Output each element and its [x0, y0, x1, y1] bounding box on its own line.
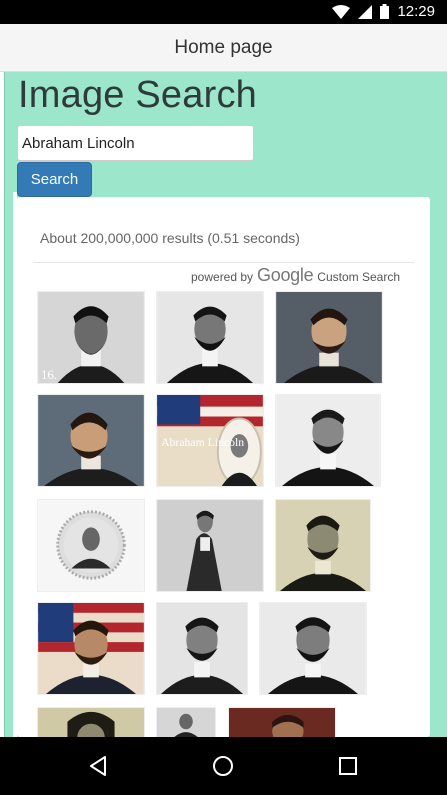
- app-bar-title: Home page: [174, 37, 273, 58]
- signal-icon: [358, 4, 373, 19]
- status-time: 12:29: [397, 3, 435, 20]
- lincoln-fullbody-icon: [157, 500, 263, 591]
- recents-icon: [339, 757, 357, 775]
- search-input[interactable]: [17, 125, 254, 161]
- result-thumbnail[interactable]: [259, 602, 367, 695]
- lincoln-flag-poster-icon: Abraham Lincoln: [157, 395, 263, 486]
- lincoln-portrait-icon: 16.: [38, 292, 144, 383]
- app-bar: Home page: [0, 24, 447, 72]
- lincoln-painting-icon: [229, 708, 335, 737]
- wifi-icon: [332, 4, 351, 19]
- powered-by-google[interactable]: powered by Google Custom Search: [191, 265, 400, 286]
- result-thumbnail[interactable]: [275, 291, 383, 384]
- result-thumbnail[interactable]: [156, 707, 216, 737]
- result-thumbnail[interactable]: Abraham Lincoln: [156, 394, 264, 487]
- home-button[interactable]: [209, 752, 237, 780]
- result-thumbnail[interactable]: [37, 499, 145, 592]
- lincoln-portrait-icon: [157, 292, 263, 383]
- back-icon: [90, 756, 106, 776]
- result-thumbnail[interactable]: [37, 602, 145, 695]
- result-thumbnail[interactable]: 16.: [37, 291, 145, 384]
- result-thumbnail[interactable]: [37, 394, 145, 487]
- lincoln-portrait-icon: [276, 292, 382, 383]
- status-bar: 12:29: [0, 0, 447, 24]
- system-nav-bar: [0, 737, 447, 795]
- lincoln-portrait-icon: [157, 603, 247, 694]
- result-thumbnail[interactable]: [156, 499, 264, 592]
- webview-content[interactable]: Image Search Search About 200,000,000 re…: [0, 72, 447, 737]
- recents-button[interactable]: [334, 752, 362, 780]
- custom-search-label: Custom Search: [317, 270, 400, 284]
- home-icon: [213, 756, 233, 776]
- status-icons: 12:29: [332, 3, 435, 20]
- powered-by-label: powered by: [191, 270, 254, 284]
- result-thumbnail[interactable]: [275, 394, 381, 487]
- search-button[interactable]: Search: [17, 162, 92, 197]
- result-thumbnail[interactable]: [156, 291, 264, 384]
- result-thumbnail[interactable]: [156, 602, 248, 695]
- thumbnail-caption: 16.: [41, 368, 57, 382]
- results-stats: About 200,000,000 results (0.51 seconds): [40, 230, 300, 246]
- back-button[interactable]: [85, 752, 113, 780]
- lincoln-portrait-icon: [260, 603, 366, 694]
- lincoln-portrait-icon: [38, 395, 144, 486]
- lincoln-flag-portrait-icon: [38, 603, 144, 694]
- google-logo: Google: [257, 265, 314, 285]
- lincoln-portrait-icon: [276, 500, 370, 591]
- result-thumbnail[interactable]: [228, 707, 336, 737]
- lincoln-medallion-icon: [38, 500, 144, 591]
- result-thumbnail[interactable]: [275, 499, 371, 592]
- results-divider: [33, 262, 414, 263]
- page-title: Image Search: [18, 74, 257, 116]
- lincoln-portrait-icon: [276, 395, 380, 486]
- result-thumbnail[interactable]: [37, 707, 145, 737]
- thumbnail-caption: Abraham Lincoln: [161, 436, 244, 449]
- battery-icon: [380, 4, 390, 19]
- lincoln-portrait-icon: [38, 708, 144, 737]
- lincoln-portrait-icon: [157, 708, 215, 737]
